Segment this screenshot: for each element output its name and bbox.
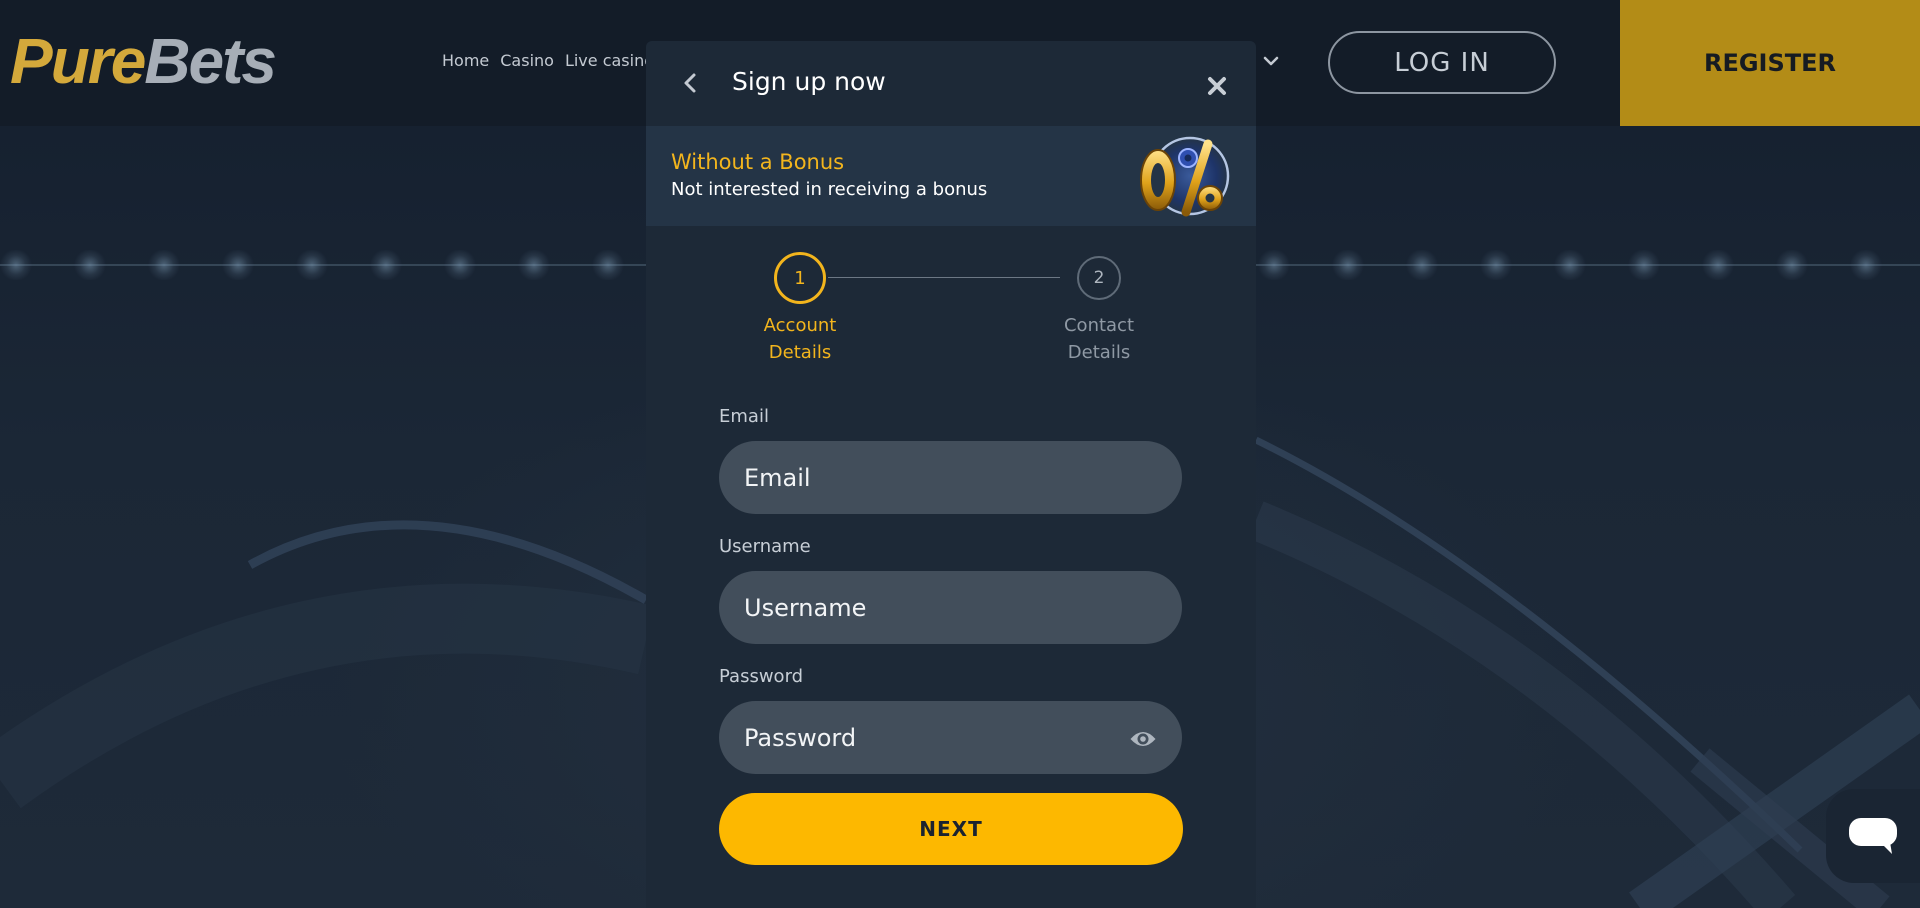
back-button[interactable]	[676, 67, 704, 99]
email-label: Email	[719, 406, 769, 427]
password-label: Password	[719, 666, 804, 687]
nav-link-home[interactable]: Home	[442, 51, 489, 70]
register-button[interactable]: REGISTER	[1620, 0, 1920, 126]
toggle-password-visibility[interactable]	[1128, 724, 1158, 754]
password-input[interactable]	[719, 701, 1182, 774]
username-input[interactable]	[719, 571, 1182, 644]
bonus-subtitle: Not interested in receiving a bonus	[671, 179, 988, 200]
step-progress-line	[828, 277, 1060, 278]
step-1-indicator: 1	[774, 252, 826, 304]
chevron-down-icon[interactable]	[1262, 52, 1280, 70]
close-button[interactable]	[1202, 71, 1232, 101]
username-label: Username	[719, 536, 811, 557]
chevron-left-icon	[684, 73, 696, 93]
step-2-label: Contact Details	[1063, 315, 1135, 363]
purebets-logo[interactable]: PureBets	[10, 24, 277, 98]
bonus-title: Without a Bonus	[671, 150, 845, 174]
bonus-selection[interactable]: Without a Bonus Not interested in receiv…	[646, 126, 1256, 226]
next-button[interactable]: NEXT	[719, 793, 1183, 865]
eye-icon	[1130, 732, 1156, 746]
nav-link-live-casino[interactable]: Live casino	[565, 51, 654, 70]
chat-icon	[1849, 818, 1897, 854]
step-1-label: Account Details	[763, 315, 837, 363]
nav-link-casino[interactable]: Casino	[500, 51, 554, 70]
chat-widget-button[interactable]	[1826, 789, 1920, 883]
step-2-indicator: 2	[1077, 256, 1121, 300]
zero-percent-icon	[1140, 136, 1230, 217]
main-nav: Home Casino Live casino	[442, 51, 654, 70]
modal-header: Sign up now	[646, 41, 1256, 126]
signup-modal: Sign up now Without a Bonus Not interest…	[646, 41, 1256, 908]
close-icon	[1208, 77, 1226, 95]
modal-title: Sign up now	[732, 67, 886, 96]
email-input[interactable]	[719, 441, 1182, 514]
login-button[interactable]: LOG IN	[1328, 31, 1556, 94]
